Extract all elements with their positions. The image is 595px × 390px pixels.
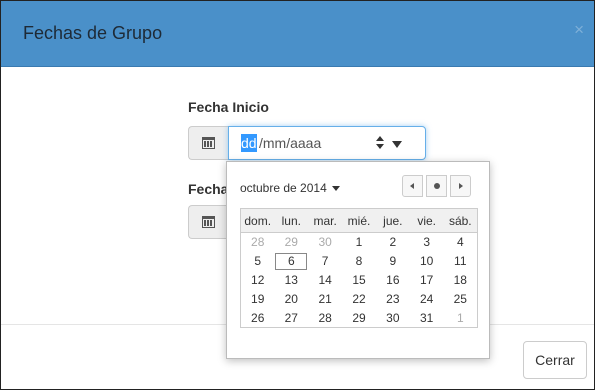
weekday-header: vie. bbox=[409, 208, 444, 233]
calendar-week-row: 28 29 30 1 2 3 4 bbox=[241, 233, 478, 252]
calendar-day[interactable]: 30 bbox=[308, 233, 342, 252]
month-year-segment[interactable]: /mm/aaaa bbox=[259, 135, 321, 151]
calendar-day[interactable]: 16 bbox=[376, 271, 410, 290]
calendar-week-row: 19 20 21 22 23 24 25 bbox=[241, 290, 478, 309]
calendar-grid: dom. lun. mar. mié. jue. vie. sáb. 28 29 30 1 2 3 4 5… bbox=[240, 208, 478, 328]
start-date-addon bbox=[188, 126, 228, 160]
calendar-day[interactable]: 29 bbox=[274, 233, 308, 252]
calendar-day[interactable]: 22 bbox=[342, 290, 376, 309]
calendar-day[interactable]: 10 bbox=[410, 252, 444, 271]
modal-dialog: Fechas de Grupo × Fecha Inicio dd /mm/aa… bbox=[0, 0, 595, 390]
modal-title: Fechas de Grupo bbox=[23, 23, 163, 43]
calendar-day[interactable]: 4 bbox=[444, 233, 478, 252]
dot-icon bbox=[434, 183, 440, 189]
calendar-weeks: 28 29 30 1 2 3 4 5 6 7 8 9 10 11 12 13 14 15 16 17 18 19 20 21 2… bbox=[241, 233, 478, 328]
calendar-day[interactable]: 7 bbox=[308, 252, 342, 271]
calendar-day[interactable]: 13 bbox=[274, 271, 308, 290]
end-date-addon bbox=[188, 205, 228, 239]
day-segment[interactable]: dd bbox=[241, 134, 257, 152]
calendar-day[interactable]: 20 bbox=[274, 290, 308, 309]
caret-down-icon bbox=[331, 186, 340, 192]
calendar-day[interactable]: 26 bbox=[241, 309, 275, 328]
chevron-right-icon bbox=[459, 183, 463, 189]
month-selector[interactable]: octubre de 2014 bbox=[240, 181, 340, 195]
calendar-day[interactable]: 31 bbox=[410, 309, 444, 328]
calendar-day[interactable]: 28 bbox=[308, 309, 342, 328]
calendar-icon bbox=[202, 216, 215, 228]
dropdown-arrow-icon[interactable] bbox=[392, 141, 402, 148]
today-button[interactable] bbox=[426, 175, 447, 197]
calendar-day[interactable]: 9 bbox=[376, 252, 410, 271]
calendar-day[interactable]: 1 bbox=[444, 309, 478, 328]
calendar-day[interactable]: 19 bbox=[241, 290, 275, 309]
calendar-day[interactable]: 29 bbox=[342, 309, 376, 328]
weekday-header-row: dom. lun. mar. mié. jue. vie. sáb. bbox=[240, 208, 478, 233]
end-date-label: Fecha bbox=[188, 181, 229, 197]
calendar-day[interactable]: 11 bbox=[444, 252, 478, 271]
calendar-day[interactable]: 6 bbox=[274, 252, 308, 271]
calendar-week-row: 26 27 28 29 30 31 1 bbox=[241, 309, 478, 328]
start-date-input[interactable]: dd /mm/aaaa bbox=[228, 126, 426, 160]
close-icon[interactable]: × bbox=[574, 21, 584, 38]
weekday-header: dom. bbox=[240, 208, 275, 233]
weekday-header: jue. bbox=[375, 208, 410, 233]
calendar-day[interactable]: 27 bbox=[274, 309, 308, 328]
calendar-day[interactable]: 21 bbox=[308, 290, 342, 309]
close-button[interactable]: Cerrar bbox=[523, 341, 587, 379]
weekday-header: lun. bbox=[274, 208, 309, 233]
calendar-day[interactable]: 5 bbox=[241, 252, 275, 271]
calendar-day[interactable]: 14 bbox=[308, 271, 342, 290]
calendar-day[interactable]: 25 bbox=[444, 290, 478, 309]
calendar-week-row: 12 13 14 15 16 17 18 bbox=[241, 271, 478, 290]
next-month-button[interactable] bbox=[450, 175, 471, 197]
calendar-day[interactable]: 12 bbox=[241, 271, 275, 290]
calendar-week-row: 5 6 7 8 9 10 11 bbox=[241, 252, 478, 271]
start-date-label: Fecha Inicio bbox=[188, 99, 269, 115]
calendar-day[interactable]: 24 bbox=[410, 290, 444, 309]
calendar-day[interactable]: 3 bbox=[410, 233, 444, 252]
calendar-day[interactable]: 17 bbox=[410, 271, 444, 290]
calendar-day[interactable]: 18 bbox=[444, 271, 478, 290]
calendar-day[interactable]: 15 bbox=[342, 271, 376, 290]
weekday-header: mié. bbox=[342, 208, 376, 233]
month-label: octubre de 2014 bbox=[240, 181, 327, 195]
datepicker-popup: octubre de 2014 dom. lun. mar. mié. jue. vie.… bbox=[226, 161, 490, 359]
modal-header: Fechas de Grupo × bbox=[1, 1, 594, 67]
calendar-day[interactable]: 8 bbox=[342, 252, 376, 271]
calendar-day[interactable]: 30 bbox=[376, 309, 410, 328]
weekday-header: mar. bbox=[308, 208, 343, 233]
calendar-day[interactable]: 23 bbox=[376, 290, 410, 309]
weekday-header: sáb. bbox=[443, 208, 478, 233]
prev-month-button[interactable] bbox=[402, 175, 423, 197]
calendar-icon bbox=[202, 137, 215, 149]
spinner-icon[interactable] bbox=[375, 136, 385, 150]
calendar-day[interactable]: 28 bbox=[241, 233, 275, 252]
chevron-left-icon bbox=[410, 183, 414, 189]
calendar-day[interactable]: 2 bbox=[376, 233, 410, 252]
calendar-day[interactable]: 1 bbox=[342, 233, 376, 252]
